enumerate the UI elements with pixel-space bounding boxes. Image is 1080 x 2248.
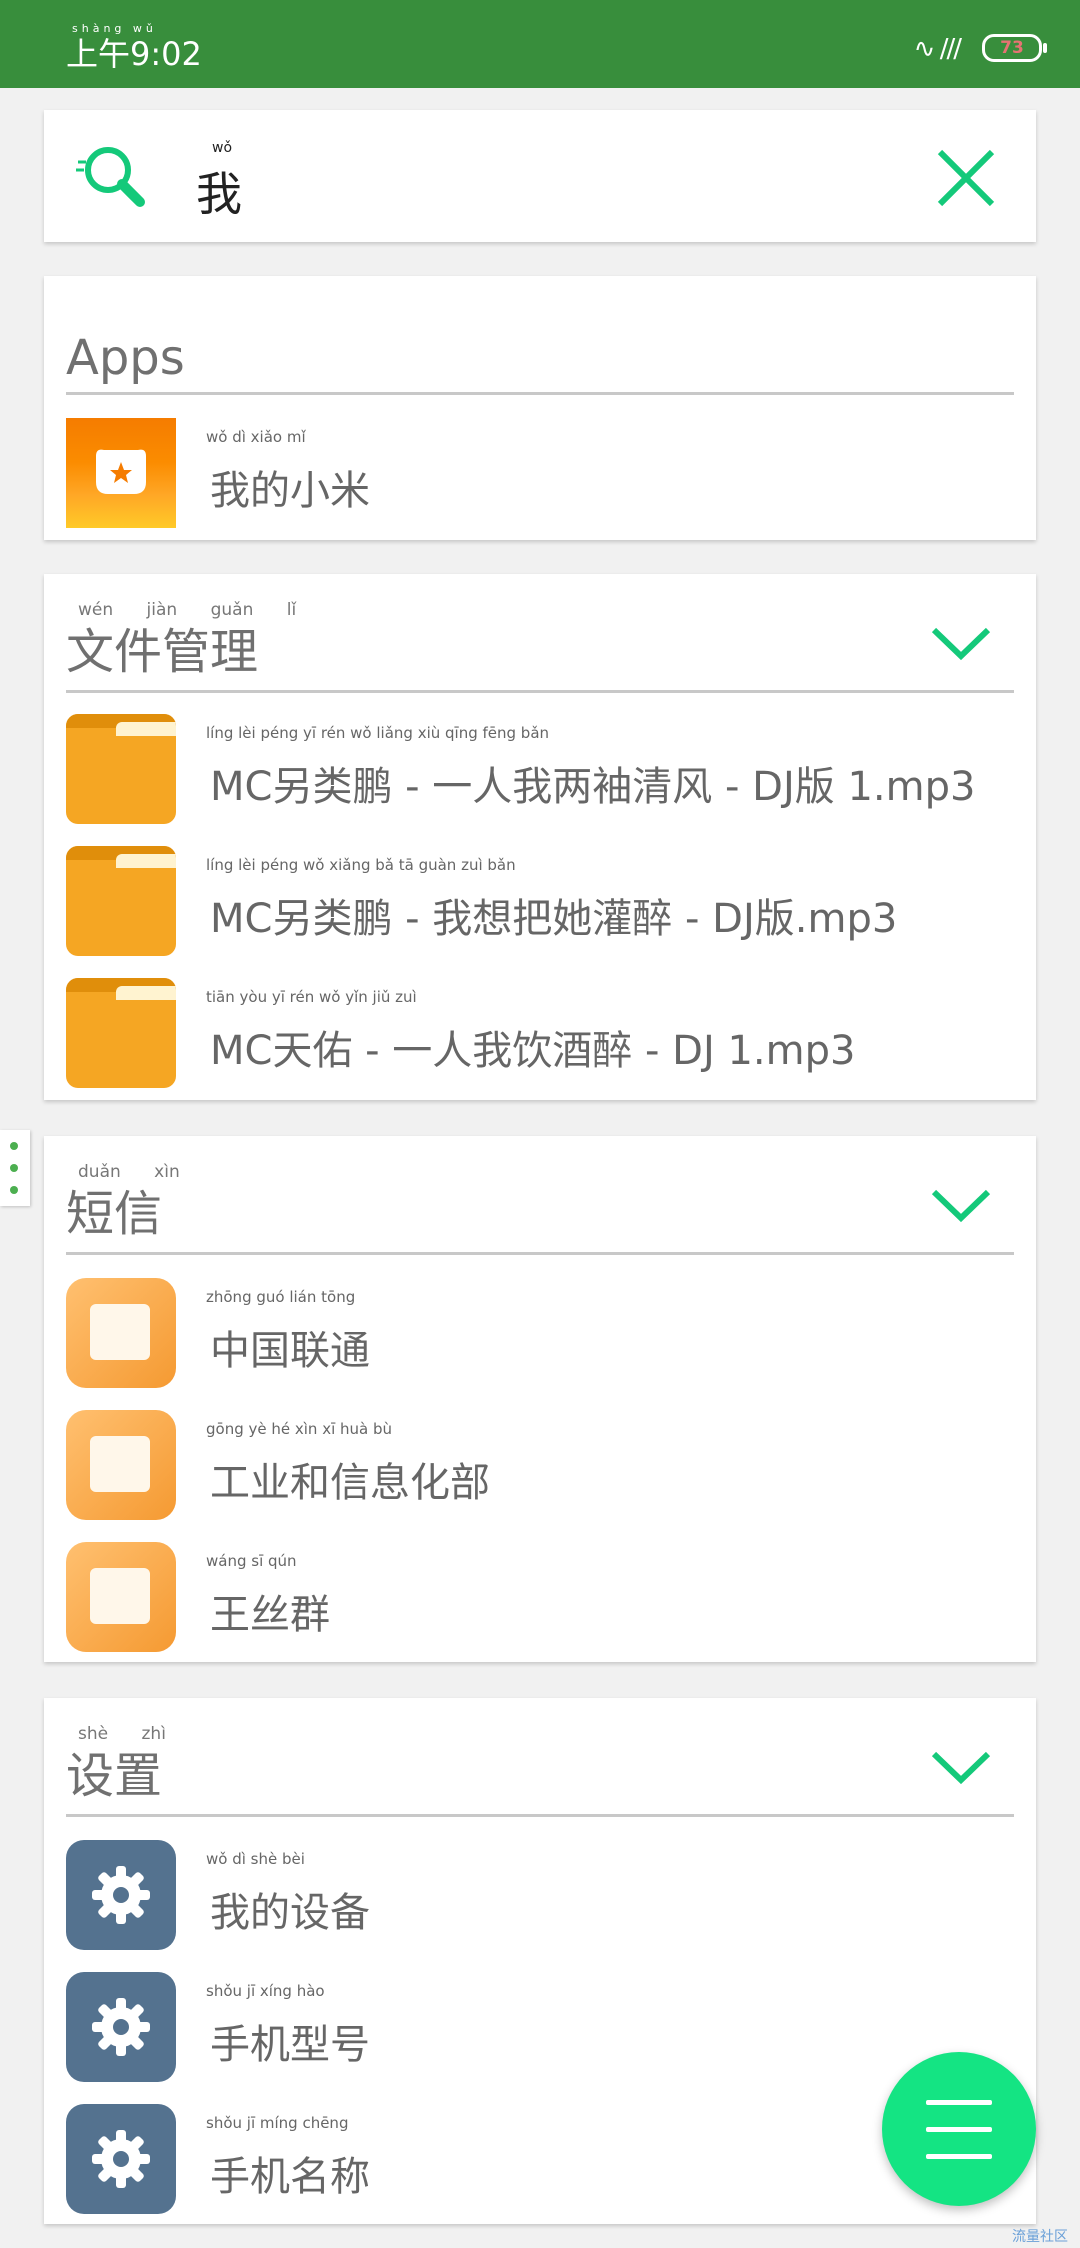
watermark: 流量社区: [1012, 2229, 1068, 2245]
signal-icon: ∿ ///: [913, 34, 962, 64]
search-query-pinyin: wǒ: [212, 140, 233, 156]
list-item[interactable]: zhōng guó lián tōng 中国联通: [44, 1264, 1036, 1396]
menu-fab-button[interactable]: [882, 2052, 1036, 2206]
search-input[interactable]: 我: [196, 158, 242, 224]
list-item-pinyin: wǒ dì shè bèi: [206, 1850, 305, 1868]
message-icon: [66, 1410, 176, 1520]
section-title-settings: 设置: [66, 1748, 163, 1804]
list-item-label: 工业和信息化部: [210, 1460, 490, 1506]
list-item-pinyin: líng lèi péng wǒ xiǎng bǎ tā guàn zuì bǎ…: [206, 856, 516, 874]
list-item-pinyin: zhōng guó lián tōng: [206, 1288, 356, 1306]
folder-icon: [66, 846, 176, 956]
section-pinyin: duǎn xìn: [78, 1162, 180, 1182]
message-icon: [66, 1278, 176, 1388]
folder-icon: [66, 978, 176, 1088]
side-menu-handle[interactable]: [0, 1130, 30, 1206]
files-section: wén jiàn guǎn lǐ 文件管理 líng lèi péng yī r…: [44, 574, 1036, 1100]
list-item-pinyin: tiān yòu yī rén wǒ yǐn jiǔ zuì: [206, 988, 417, 1006]
section-title-apps: Apps: [66, 330, 185, 386]
chevron-down-icon[interactable]: [930, 624, 992, 664]
gear-icon: [66, 1972, 176, 2082]
list-item-pinyin: wǒ dì xiǎo mǐ: [206, 428, 306, 446]
list-item[interactable]: shǒu jī xíng hào 手机型号: [44, 1958, 1036, 2090]
search-bar[interactable]: wǒ 我: [44, 110, 1036, 242]
gear-icon: [66, 1840, 176, 1950]
folder-icon: [66, 714, 176, 824]
section-divider: [66, 1252, 1014, 1255]
list-item-label: MC天佑 - 一人我饮酒醉 - DJ 1.mp3: [210, 1028, 856, 1074]
list-item[interactable]: gōng yè hé xìn xī huà bù 工业和信息化部: [44, 1396, 1036, 1528]
list-item[interactable]: wǒ dì xiǎo mǐ 我的小米: [44, 404, 1036, 536]
mi-app-icon: [66, 418, 176, 528]
status-bar: shàng wǔ 上午9:02 ∿ /// 73: [0, 0, 1080, 88]
chevron-down-icon[interactable]: [930, 1748, 992, 1788]
list-item-pinyin: shǒu jī xíng hào: [206, 1982, 325, 2000]
section-title-sms: 短信: [66, 1186, 163, 1242]
close-icon[interactable]: [936, 148, 996, 208]
list-item-label: 手机型号: [210, 2022, 370, 2068]
battery-icon: 73: [982, 34, 1047, 62]
message-icon: [66, 1542, 176, 1652]
status-time: 上午9:02: [66, 35, 202, 73]
apps-section: Apps wǒ dì xiǎo mǐ 我的小米: [44, 276, 1036, 540]
list-item[interactable]: tiān yòu yī rén wǒ yǐn jiǔ zuì MC天佑 - 一人…: [44, 964, 1036, 1096]
list-item-label: MC另类鹏 - 我想把她灌醉 - DJ版.mp3: [210, 896, 898, 942]
section-pinyin: shè zhì: [78, 1724, 166, 1744]
list-item-label: MC另类鹏 - 一人我两袖清风 - DJ版 1.mp3: [210, 764, 976, 810]
sms-section: duǎn xìn 短信 zhōng guó lián tōng 中国联通 gōn…: [44, 1136, 1036, 1662]
section-title-files: 文件管理: [66, 624, 259, 680]
list-item-pinyin: líng lèi péng yī rén wǒ liǎng xiù qīng f…: [206, 724, 550, 742]
section-divider: [66, 392, 1014, 395]
list-item[interactable]: líng lèi péng wǒ xiǎng bǎ tā guàn zuì bǎ…: [44, 832, 1036, 964]
list-item-pinyin: shǒu jī míng chēng: [206, 2114, 349, 2132]
list-item-label: 王丝群: [210, 1592, 330, 1638]
list-item-label: 我的小米: [210, 468, 370, 514]
list-item-label: 中国联通: [210, 1328, 370, 1374]
chevron-down-icon[interactable]: [930, 1186, 992, 1226]
list-item[interactable]: líng lèi péng yī rén wǒ liǎng xiù qīng f…: [44, 700, 1036, 832]
gear-icon: [66, 2104, 176, 2214]
list-item[interactable]: wǒ dì shè bèi 我的设备: [44, 1826, 1036, 1958]
list-item-pinyin: gōng yè hé xìn xī huà bù: [206, 1420, 393, 1438]
section-divider: [66, 690, 1014, 693]
list-item-label: 我的设备: [210, 1890, 370, 1936]
list-item-pinyin: wáng sī qún: [206, 1552, 297, 1570]
list-item[interactable]: wáng sī qún 王丝群: [44, 1528, 1036, 1660]
section-divider: [66, 1814, 1014, 1817]
search-icon[interactable]: [74, 140, 150, 216]
section-pinyin: wén jiàn guǎn lǐ: [78, 600, 297, 620]
